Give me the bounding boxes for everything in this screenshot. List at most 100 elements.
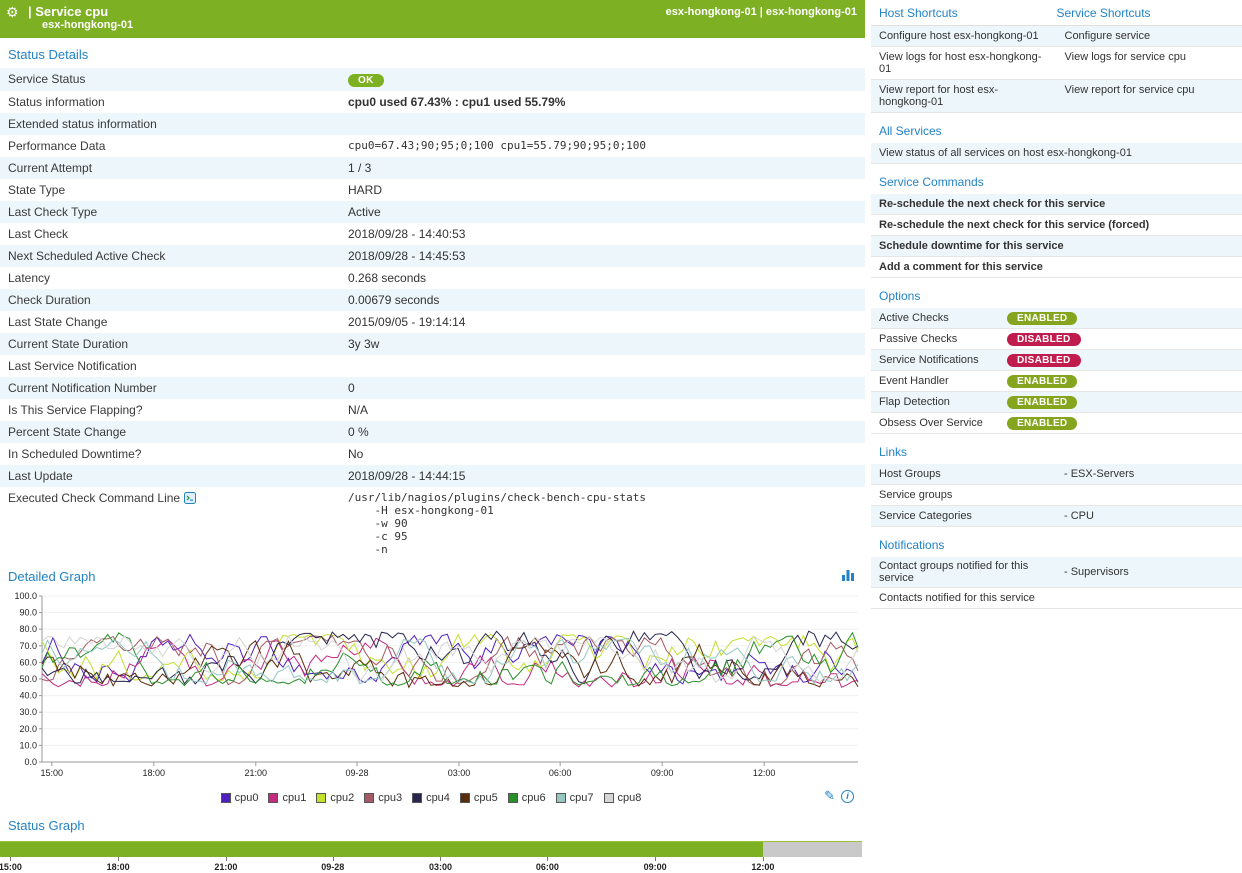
legend-swatch [412,793,422,803]
status-details-table: Service StatusOKStatus informationcpu0 u… [0,68,865,560]
edit-graph-icon[interactable]: ✎ [824,788,835,804]
host-shortcut-link[interactable]: Configure host esx-hongkong-01 [871,26,1057,46]
svg-text:09-28: 09-28 [345,768,368,778]
svg-text:0.0: 0.0 [24,757,37,767]
status-row: In Scheduled Downtime?No [0,443,865,465]
legend-item: cpu0 [221,792,259,804]
svg-text:20.0: 20.0 [19,724,37,734]
svg-text:10.0: 10.0 [19,740,37,750]
legend-label: cpu4 [426,792,450,804]
status-row-label: Last State Change [0,311,340,333]
option-label: Service Notifications [879,354,1007,366]
legend-item: cpu1 [268,792,306,804]
links-heading[interactable]: Links [871,434,1242,464]
service-command-link[interactable]: Add a comment for this service [871,257,1242,278]
status-row-label: Last Check Type [0,201,340,223]
option-state-badge[interactable]: ENABLED [1007,312,1077,325]
host-shortcut-link[interactable]: View logs for host esx-hongkong-01 [871,47,1057,79]
option-label: Active Checks [879,312,1007,324]
status-row-label: In Scheduled Downtime? [0,443,340,465]
status-row-value: cpu0 used 67.43% : cpu1 used 55.79% [340,91,865,113]
status-tick-mark [440,857,441,861]
service-command-link[interactable]: Re-schedule the next check for this serv… [871,215,1242,236]
status-row-value: 0.00679 seconds [340,289,865,311]
svg-text:21:00: 21:00 [245,768,268,778]
info-icon[interactable]: i [841,790,854,803]
page: ⚙ | Service cpu esx-hongkong-01 esx-hong… [0,0,1242,873]
legend-item: cpu4 [412,792,450,804]
header-host-link[interactable]: esx-hongkong-01 [666,6,757,18]
legend-item: cpu5 [460,792,498,804]
status-graph-heading[interactable]: Status Graph [0,809,93,839]
status-row-value: 1 / 3 [340,157,865,179]
service-shortcut-link[interactable]: Configure service [1057,26,1242,46]
legend-swatch [268,793,278,803]
link-value[interactable]: - ESX-Servers [1064,468,1134,480]
legend-label: cpu8 [618,792,642,804]
svg-text:100.0: 100.0 [14,591,37,601]
main-panel: ⚙ | Service cpu esx-hongkong-01 esx-hong… [0,0,865,873]
status-tick-label: 09-28 [321,862,344,872]
service-shortcut-link[interactable]: View report for service cpu [1057,80,1242,112]
service-command-link[interactable]: Schedule downtime for this service [871,236,1242,257]
status-row-label: Check Duration [0,289,340,311]
status-row-label: Service Status [0,68,340,90]
service-shortcut-link[interactable]: View logs for service cpu [1057,47,1242,79]
option-state-badge[interactable]: DISABLED [1007,354,1081,367]
options-heading[interactable]: Options [871,278,1242,308]
status-tick-mark [547,857,548,861]
all-services-link[interactable]: View status of all services on host esx-… [871,143,1242,164]
status-row: Current State Duration3y 3w [0,333,865,355]
status-tick-label: 03:00 [429,862,452,872]
notification-value[interactable]: - Supervisors [1064,566,1129,578]
status-row: Last Check TypeActive [0,201,865,223]
status-row-value: 0 % [340,421,865,443]
legend-label: cpu3 [378,792,402,804]
command-icon[interactable] [184,492,196,507]
status-timeline-bar [0,841,862,857]
status-row-label: Last Service Notification [0,355,340,377]
header-host-links: esx-hongkong-01 | esx-hongkong-01 [666,6,857,18]
notifications-heading[interactable]: Notifications [871,527,1242,557]
notification-row: Contact groups notified for this service… [871,557,1242,588]
detailed-graph-heading[interactable]: Detailed Graph [0,560,103,590]
option-state-badge[interactable]: ENABLED [1007,396,1077,409]
option-row: Event HandlerENABLED [871,371,1242,392]
service-commands-heading[interactable]: Service Commands [871,164,1242,194]
host-shortcuts-heading[interactable]: Host Shortcuts [879,6,1057,20]
option-row: Flap DetectionENABLED [871,392,1242,413]
gear-icon[interactable]: ⚙ [6,4,19,21]
option-label: Obsess Over Service [879,417,1007,429]
status-tick-mark [333,857,334,861]
status-row-value: 3y 3w [340,333,865,355]
service-shortcuts-heading[interactable]: Service Shortcuts [1057,6,1235,20]
legend-label: cpu1 [282,792,306,804]
all-services-heading[interactable]: All Services [871,113,1242,143]
detailed-graph-header: Detailed Graph [0,560,865,590]
detailed-graph: 0.010.020.030.040.050.060.070.080.090.01… [2,590,864,787]
bar-chart-icon[interactable] [841,568,855,585]
status-row: Last Update2018/09/28 - 14:44:15 [0,465,865,487]
option-state-badge[interactable]: ENABLED [1007,417,1077,430]
option-state-badge[interactable]: ENABLED [1007,375,1077,388]
link-label: Service Categories [879,510,1064,522]
status-row: Performance Datacpu0=67.43;90;95;0;100 c… [0,135,865,157]
legend-swatch [460,793,470,803]
option-state-badge[interactable]: DISABLED [1007,333,1081,346]
status-details-heading[interactable]: Status Details [0,38,96,68]
option-row: Active ChecksENABLED [871,308,1242,329]
status-row: Service StatusOK [0,68,865,91]
notification-row: Contacts notified for this service [871,588,1242,609]
status-row-value: /usr/lib/nagios/plugins/check-bench-cpu-… [340,487,865,560]
status-tick-label: 06:00 [536,862,559,872]
host-shortcut-link[interactable]: View report for host esx-hongkong-01 [871,80,1057,112]
status-row-label: Current Attempt [0,157,340,179]
header-host-link[interactable]: esx-hongkong-01 [766,6,857,18]
shortcut-row: Configure host esx-hongkong-01Configure … [871,26,1242,47]
legend-item: cpu6 [508,792,546,804]
link-value[interactable]: - CPU [1064,510,1094,522]
svg-text:06:00: 06:00 [549,768,572,778]
status-row: Extended status information [0,113,865,135]
service-command-link[interactable]: Re-schedule the next check for this serv… [871,194,1242,215]
status-row: Last State Change2015/09/05 - 19:14:14 [0,311,865,333]
